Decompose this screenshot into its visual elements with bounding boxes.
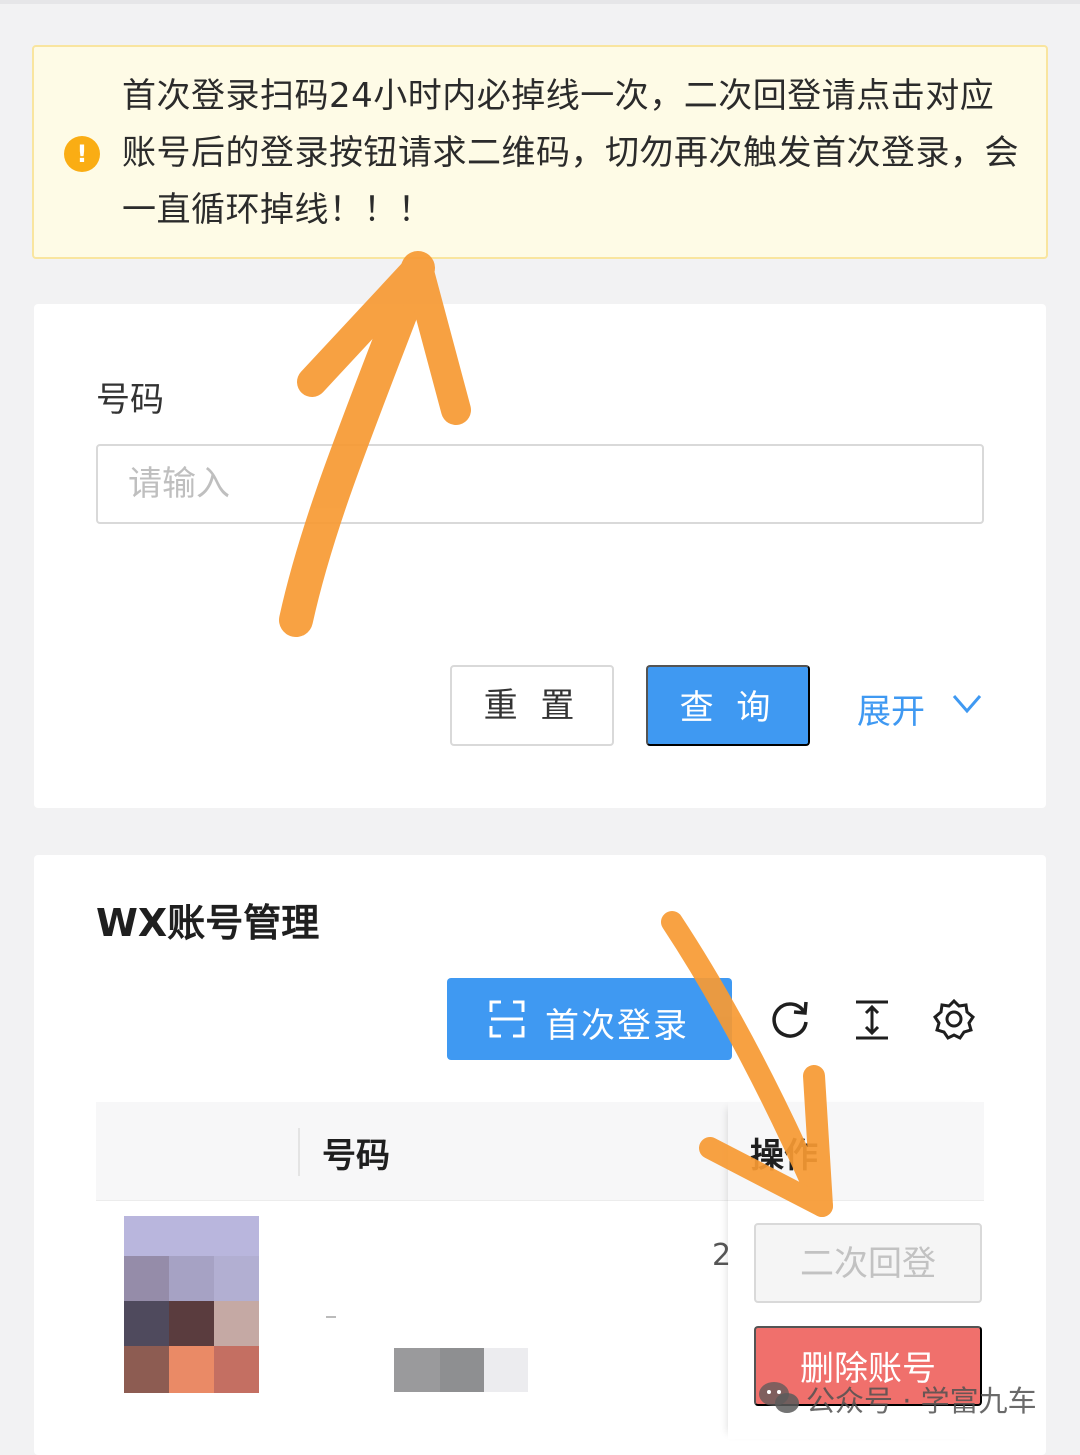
- top-divider: [0, 0, 1080, 4]
- column-header-action: 操作: [750, 1136, 818, 1176]
- redacted-number: [394, 1348, 528, 1392]
- row-partial-text: 2: [712, 1238, 732, 1273]
- phone-number-input[interactable]: [96, 444, 984, 524]
- column-divider: [298, 1128, 300, 1176]
- column-header-number: 号码: [322, 1136, 390, 1176]
- reset-button[interactable]: 重 置: [450, 665, 614, 746]
- column-height-icon[interactable]: [850, 998, 894, 1042]
- first-login-label: 首次登录: [545, 1006, 689, 1046]
- chevron-down-icon[interactable]: [950, 686, 984, 720]
- redacted-mark: [326, 1316, 336, 1318]
- relogin-button[interactable]: 二次回登: [754, 1223, 982, 1303]
- query-button[interactable]: 查 询: [646, 665, 810, 746]
- scan-icon: [489, 1000, 525, 1038]
- wechat-icon: [759, 1382, 799, 1413]
- phone-number-label: 号码: [96, 380, 164, 420]
- expand-link[interactable]: 展开: [857, 684, 925, 733]
- avatar: [124, 1216, 259, 1393]
- first-login-button[interactable]: 首次登录: [447, 978, 732, 1060]
- card-title: WX账号管理: [96, 901, 320, 945]
- refresh-icon[interactable]: [768, 998, 812, 1042]
- exclamation-circle-icon: !: [64, 136, 100, 172]
- setting-icon[interactable]: [932, 998, 976, 1042]
- watermark-text: 公众号 · 学富九车: [806, 1384, 1037, 1418]
- warning-message: 首次登录扫码24小时内必掉线一次，二次回登请点击对应账号后的登录按钮请求二维码，…: [122, 76, 1019, 230]
